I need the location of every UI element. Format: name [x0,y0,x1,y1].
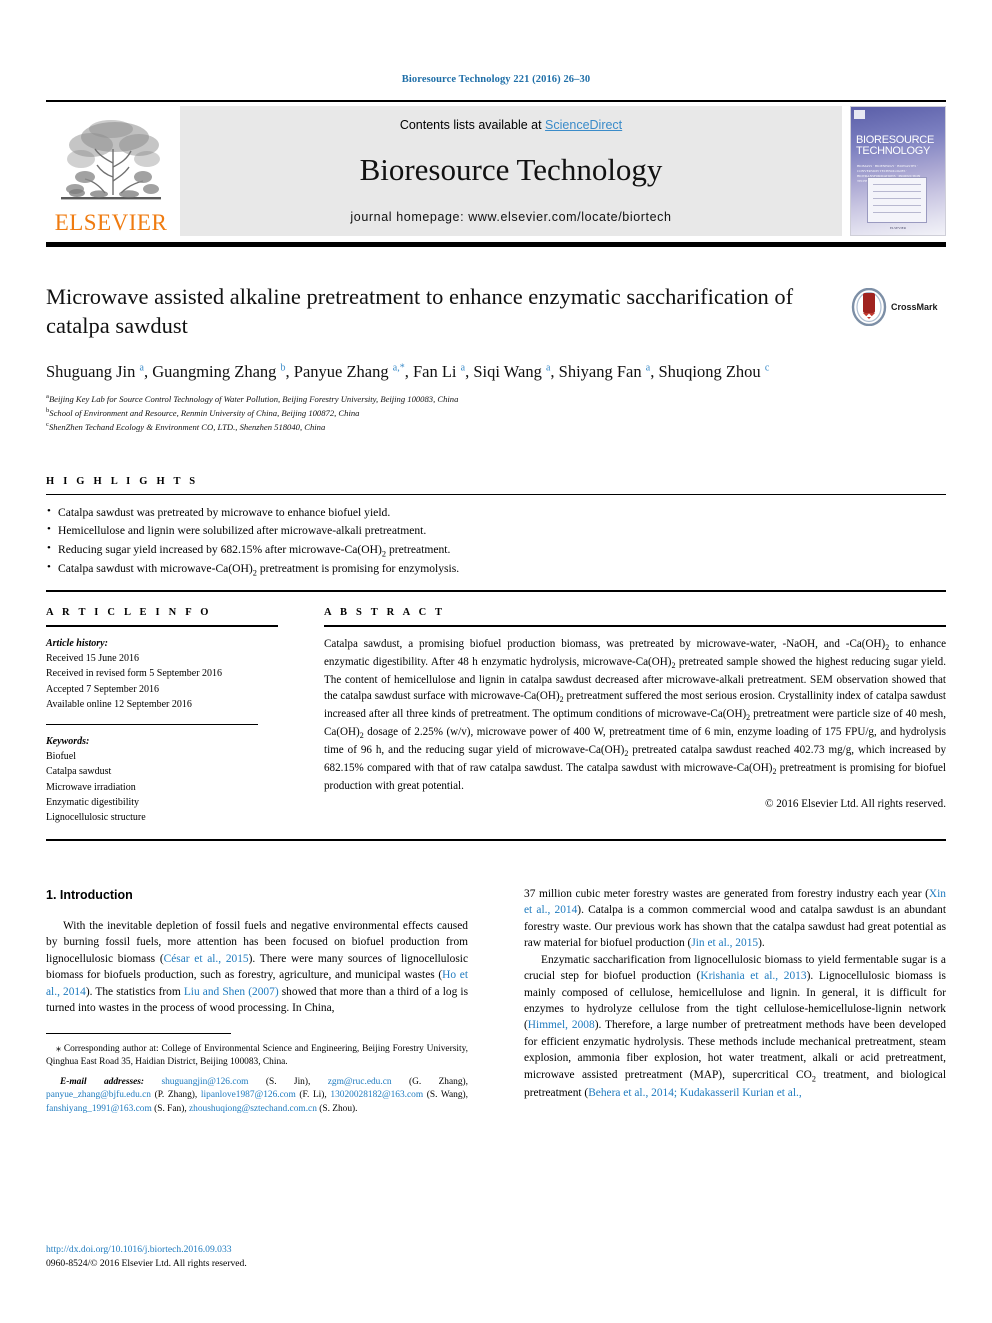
keywords-label: Keywords: [46,735,90,747]
abstract-column: Catalpa sawdust, a promising biofuel pro… [324,636,946,825]
highlight-item: Catalpa sawdust was pretreated by microw… [46,503,946,522]
cover-figure-box [867,177,927,223]
journal-title: Bioresource Technology [359,152,663,187]
article-info-rule [46,625,278,627]
keywords-items: Biofuel Catalpa sawdust Microwave irradiat… [46,749,278,825]
keyword-item: Microwave irradiation [46,781,136,793]
cover-title: BIORESOURCE TECHNOLOGY [856,134,934,158]
elsevier-wordmark: ELSEVIER [54,210,168,235]
cover-elsevier-mark [854,110,865,119]
elsevier-logo: ELSEVIER [46,106,176,236]
body-column-right: 37 million cubic meter forestry wastes a… [524,886,946,1116]
article-history-item: Accepted 7 September 2016 [46,683,160,695]
journal-homepage[interactable]: journal homepage: www.elsevier.com/locat… [350,210,671,224]
masthead-top-rule [46,100,946,102]
highlight-item: Catalpa sawdust with microwave-Ca(OH)2 p… [46,559,946,580]
article-info-heading: A R T I C L E I N F O [46,607,212,618]
article-history-item: Received in revised form 5 September 201… [46,668,223,680]
crossmark-icon [851,287,887,327]
sciencedirect-link[interactable]: ScienceDirect [545,118,622,132]
masthead-bottom-rule [46,242,946,247]
doi-link[interactable]: http://dx.doi.org/10.1016/j.biortech.201… [46,1243,247,1257]
keyword-item: Lignocellulosic structure [46,811,146,823]
section-heading-introduction: 1. Introduction [46,888,133,902]
article-history-block: Article history: Received 15 June 2016 Re… [46,636,278,712]
footnote-block: ⁎ Corresponding author at: College of En… [46,1042,468,1117]
email-addresses-note: E-mail addresses: shuguangjin@126.com (S… [46,1076,468,1114]
affiliation-list: aBeijing Key Lab for Source Control Tech… [46,392,946,435]
article-history-items: Received 15 June 2016 Received in revised… [46,651,278,712]
crossmark-badge[interactable]: CrossMark [851,286,946,328]
crossmark-label: CrossMark [891,302,938,312]
article-history-label: Article history: [46,638,108,649]
article-info-divider [46,723,258,725]
highlight-item: Hemicellulose and lignin were solubilize… [46,521,946,540]
affiliation-item: aBeijing Key Lab for Source Control Tech… [46,392,459,404]
masthead-center: Contents lists available at ScienceDirec… [180,106,842,236]
body-columns: 1. Introduction With the inevitable depl… [46,886,946,1116]
paper-page: Bioresource Technology 221 (2016) 26–30 [0,0,992,1323]
page-footer: http://dx.doi.org/10.1016/j.biortech.201… [46,1243,247,1272]
keyword-item: Catalpa sawdust [46,766,112,778]
cover-footer-text: ELSEVIER [889,226,906,230]
article-history-item: Available online 12 September 2016 [46,698,192,710]
keywords-block: Keywords: Biofuel Catalpa sawdust Microwav… [46,734,278,825]
abstract-heading: A B S T R A C T [324,607,446,618]
highlights-heading: H I G H L I G H T S [46,476,199,487]
contents-prefix: Contents lists available at [399,118,546,132]
author-list: Shuguang Jin a, Guangming Zhang b, Panyu… [46,361,770,381]
info-abstract-bottom-rule [46,839,946,842]
issn-copyright-line: 0960-8524/© 2016 Elsevier Ltd. All right… [46,1258,247,1270]
corresponding-author-note: ⁎ Corresponding author at: College of En… [46,1042,468,1068]
footnote-divider [46,1032,231,1034]
contents-available-line: Contents lists available at ScienceDirec… [400,118,622,132]
running-head: Bioresource Technology 221 (2016) 26–30 [401,74,591,85]
intro-paragraph-right-2: Enzymatic saccharification from lignocel… [524,953,946,1099]
cover-title-line2: TECHNOLOGY [856,145,931,158]
journal-masthead: ELSEVIER Contents lists available at Sci… [46,100,946,247]
keyword-item: Biofuel [46,751,76,763]
journal-cover-thumbnail: BIORESOURCE TECHNOLOGY BIOMASS · BIOENER… [850,106,946,236]
elsevier-tree-icon [55,115,167,211]
abstract-copyright: © 2016 Elsevier Ltd. All rights reserved… [765,798,946,811]
highlight-item: Reducing sugar yield increased by 682.15… [46,540,946,561]
highlights-bottom-rule [46,589,946,592]
abstract-text: Catalpa sawdust, a promising biofuel pro… [324,638,946,792]
keyword-item: Enzymatic digestibility [46,796,140,808]
article-header: Microwave assisted alkaline pretreatment… [46,282,946,434]
page-title: Microwave assisted alkaline pretreatment… [46,284,794,339]
article-history-item: Received 15 June 2016 [46,653,140,665]
info-abstract-section: A R T I C L E I N F O A B S T R A C T Ar… [46,597,946,842]
affiliation-item: cShenZhen Techand Ecology & Environment … [46,421,326,432]
intro-paragraph-left: With the inevitable depletion of fossil … [46,920,469,1015]
affiliation-item: bSchool of Environment and Resource, Ren… [46,406,360,418]
highlights-list: Catalpa sawdust was pretreated by microw… [46,495,946,590]
intro-paragraph-right-1: 37 million cubic meter forestry wastes a… [524,888,947,950]
article-info-column: Article history: Received 15 June 2016 Re… [46,636,278,825]
highlights-section: H I G H L I G H T S Catalpa sawdust was … [46,466,946,592]
abstract-rule [324,625,946,627]
body-column-left: 1. Introduction With the inevitable depl… [46,886,468,1116]
